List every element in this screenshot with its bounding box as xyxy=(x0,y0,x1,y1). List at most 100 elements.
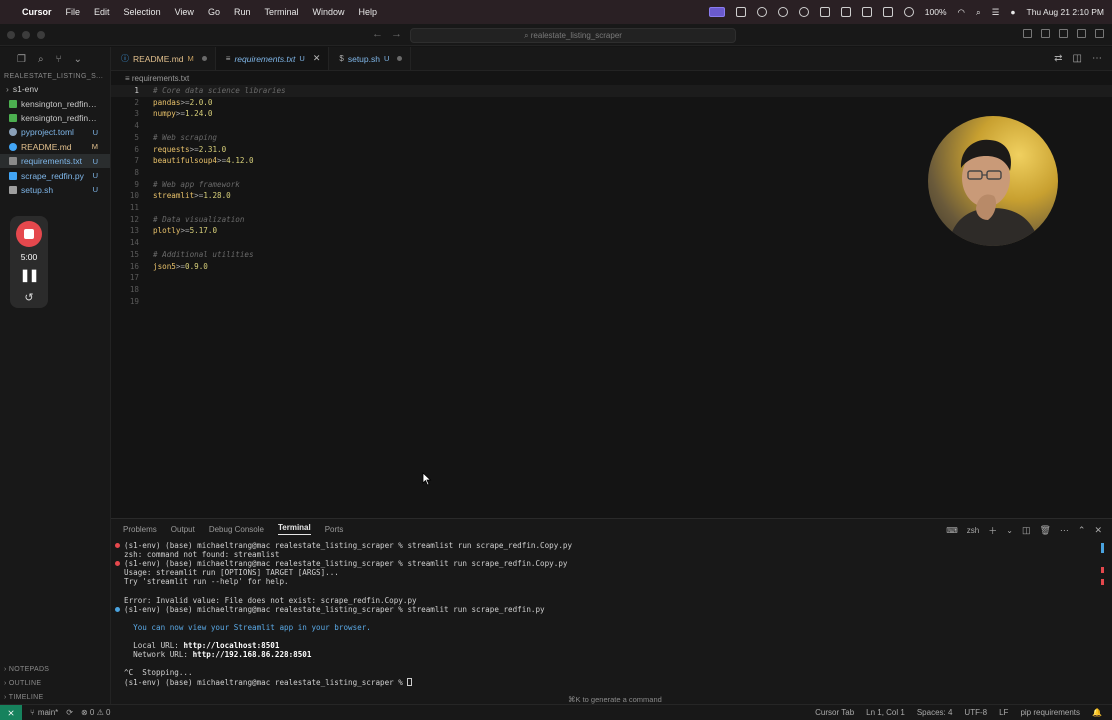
code-line[interactable]: 18 xyxy=(111,284,1112,296)
nav-back-forward-icon[interactable]: ←→ xyxy=(372,28,410,40)
tree-file-scrape[interactable]: scrape_redfin.py U xyxy=(0,168,110,182)
search-icon[interactable]: ⌕ xyxy=(38,54,44,65)
siri-icon[interactable]: ● xyxy=(1010,7,1015,17)
tab-setup[interactable]: $ setup.sh U xyxy=(329,47,412,70)
minimize-window-button[interactable] xyxy=(22,30,30,39)
bluetooth-tray-icon[interactable] xyxy=(882,7,893,17)
menu-help[interactable]: Help xyxy=(359,7,378,17)
tab-readme[interactable]: ⓘ README.md M xyxy=(111,47,216,70)
restart-recording-icon[interactable]: ↺ xyxy=(10,291,48,304)
tree-file-0[interactable]: kensington_redfin_li... xyxy=(0,96,110,110)
wifi-icon[interactable]: ◠ xyxy=(958,7,965,18)
menu-window[interactable]: Window xyxy=(312,7,344,17)
more-actions-icon[interactable]: ⋯ xyxy=(1060,525,1069,536)
code-line[interactable]: 17 xyxy=(111,272,1112,284)
shell-name[interactable]: zsh xyxy=(967,526,979,535)
screen-recorder-tray-icon[interactable] xyxy=(708,7,725,17)
customize-layout-icon[interactable] xyxy=(1077,29,1086,38)
command-status-dot-icon[interactable] xyxy=(115,606,120,612)
tree-file-readme[interactable]: README.md M xyxy=(0,140,110,154)
timeline-section[interactable]: › TIMELINE xyxy=(4,694,43,701)
code-line[interactable]: 19 xyxy=(111,296,1112,308)
spotlight-icon[interactable]: ⌕ xyxy=(976,7,981,18)
chevron-down-icon[interactable]: ⌄ xyxy=(74,54,82,65)
settings-gear-icon[interactable] xyxy=(1095,29,1104,38)
tree-folder-s1-env[interactable]: › s1-env xyxy=(0,82,110,96)
chevron-down-icon[interactable]: ⌄ xyxy=(1006,526,1013,535)
tab-problems[interactable]: Problems xyxy=(123,525,157,534)
tree-file-pyproject[interactable]: pyproject.toml U xyxy=(0,125,110,139)
pause-recording-icon[interactable]: ❚❚ xyxy=(10,268,48,282)
status-indentation[interactable]: Spaces: 4 xyxy=(917,708,953,717)
menu-selection[interactable]: Selection xyxy=(124,7,161,17)
sync-tray-icon[interactable] xyxy=(777,7,788,17)
status-cursor-position[interactable]: Ln 1, Col 1 xyxy=(866,708,905,717)
tab-requirements[interactable]: ≡ requirements.txt U ✕ xyxy=(215,47,330,70)
notifications-bell-icon[interactable]: 🔔 xyxy=(1092,708,1102,717)
status-eol[interactable]: LF xyxy=(999,708,1008,717)
explorer-files-icon[interactable]: ❐ xyxy=(17,54,26,65)
play-tray-icon[interactable] xyxy=(903,7,914,17)
toggle-panel-icon[interactable] xyxy=(1041,29,1050,38)
new-terminal-icon[interactable]: ＋ xyxy=(988,524,997,537)
status-language[interactable]: pip requirements xyxy=(1020,708,1080,717)
split-terminal-icon[interactable]: ◫ xyxy=(1022,525,1031,536)
menubar-clock[interactable]: Thu Aug 21 2:10 PM xyxy=(1027,7,1105,17)
stop-recording-button[interactable] xyxy=(16,221,42,247)
notepads-section[interactable]: › NOTEPADS xyxy=(4,666,49,673)
zoom-window-button[interactable] xyxy=(37,30,45,39)
tree-file-requirements[interactable]: requirements.txt U xyxy=(0,153,110,169)
command-status-dot-icon[interactable] xyxy=(115,561,120,567)
tree-file-1[interactable]: kensington_redfin_li... xyxy=(0,111,110,125)
toggle-secondary-sidebar-icon[interactable] xyxy=(1059,29,1068,38)
close-panel-icon[interactable]: ✕ xyxy=(1094,525,1102,536)
code-line[interactable]: 16 json5>=0.9.0 xyxy=(111,261,1112,273)
code-line[interactable]: 14 xyxy=(111,237,1112,249)
menu-terminal[interactable]: Terminal xyxy=(264,7,298,17)
tree-file-setup[interactable]: setup.sh U xyxy=(0,183,110,197)
menu-view[interactable]: View xyxy=(175,7,194,17)
terminal-url[interactable]: http://localhost:8501 xyxy=(183,641,279,650)
remote-indicator-icon[interactable]: ⨯ xyxy=(0,704,22,720)
source-control-icon[interactable]: ⑂ xyxy=(56,54,62,65)
problems-count[interactable]: ⊗ 0 ⚠ 0 xyxy=(81,708,110,717)
trash-icon[interactable]: 🗑 xyxy=(1039,525,1050,536)
maximize-panel-icon[interactable]: ⌃ xyxy=(1078,525,1086,536)
tab-debug-console[interactable]: Debug Console xyxy=(209,525,264,534)
git-branch[interactable]: main* xyxy=(38,708,58,717)
close-tab-icon[interactable]: ✕ xyxy=(313,53,321,64)
menu-go[interactable]: Go xyxy=(208,7,220,17)
toggle-sidebar-icon[interactable] xyxy=(1023,29,1032,38)
explorer-root-title[interactable]: REALESTATE_LISTING_S... xyxy=(0,71,110,82)
command-status-dot-icon[interactable] xyxy=(115,543,120,548)
app-name-menu[interactable]: Cursor xyxy=(22,7,52,17)
open-changes-icon[interactable]: ⇄ xyxy=(1054,53,1062,64)
code-line[interactable]: 1 # Core data science libraries xyxy=(111,85,1112,97)
code-line[interactable]: 15 # Additional utilities xyxy=(111,249,1112,261)
tab-output[interactable]: Output xyxy=(171,525,195,534)
command-center-search[interactable]: ⌕ realestate_listing_scraper xyxy=(410,28,736,43)
control-center-icon[interactable]: ☰ xyxy=(992,7,1000,18)
close-window-button[interactable] xyxy=(7,30,15,39)
outline-section[interactable]: › OUTLINE xyxy=(4,680,41,687)
status-encoding[interactable]: UTF-8 xyxy=(964,708,987,717)
status-tray-icon[interactable] xyxy=(798,7,809,17)
tab-ports[interactable]: Ports xyxy=(325,525,344,534)
dots-tray-icon[interactable] xyxy=(840,7,851,17)
more-actions-icon[interactable]: ⋯ xyxy=(1092,53,1102,64)
settings-tray-icon[interactable] xyxy=(756,7,767,17)
status-cursor-tab[interactable]: Cursor Tab xyxy=(815,708,854,717)
split-editor-icon[interactable]: ◫ xyxy=(1073,53,1082,64)
terminal-url[interactable]: http://192.168.86.228:8501 xyxy=(193,650,312,659)
code-line[interactable]: 3 numpy>=1.24.0 xyxy=(111,108,1112,120)
breadcrumb[interactable]: ≡ requirements.txt xyxy=(111,72,1112,85)
chart-tray-icon[interactable] xyxy=(735,7,746,17)
menu-edit[interactable]: Edit xyxy=(94,7,110,17)
sync-icon[interactable]: ⟳ xyxy=(66,708,73,717)
code-line[interactable]: 2 pandas>=2.0.0 xyxy=(111,97,1112,109)
app-tray-icon[interactable] xyxy=(819,7,830,17)
tab-terminal[interactable]: Terminal xyxy=(277,523,311,535)
battery-tray-icon[interactable] xyxy=(861,7,872,17)
menu-file[interactable]: File xyxy=(66,7,81,17)
menu-run[interactable]: Run xyxy=(234,7,251,17)
